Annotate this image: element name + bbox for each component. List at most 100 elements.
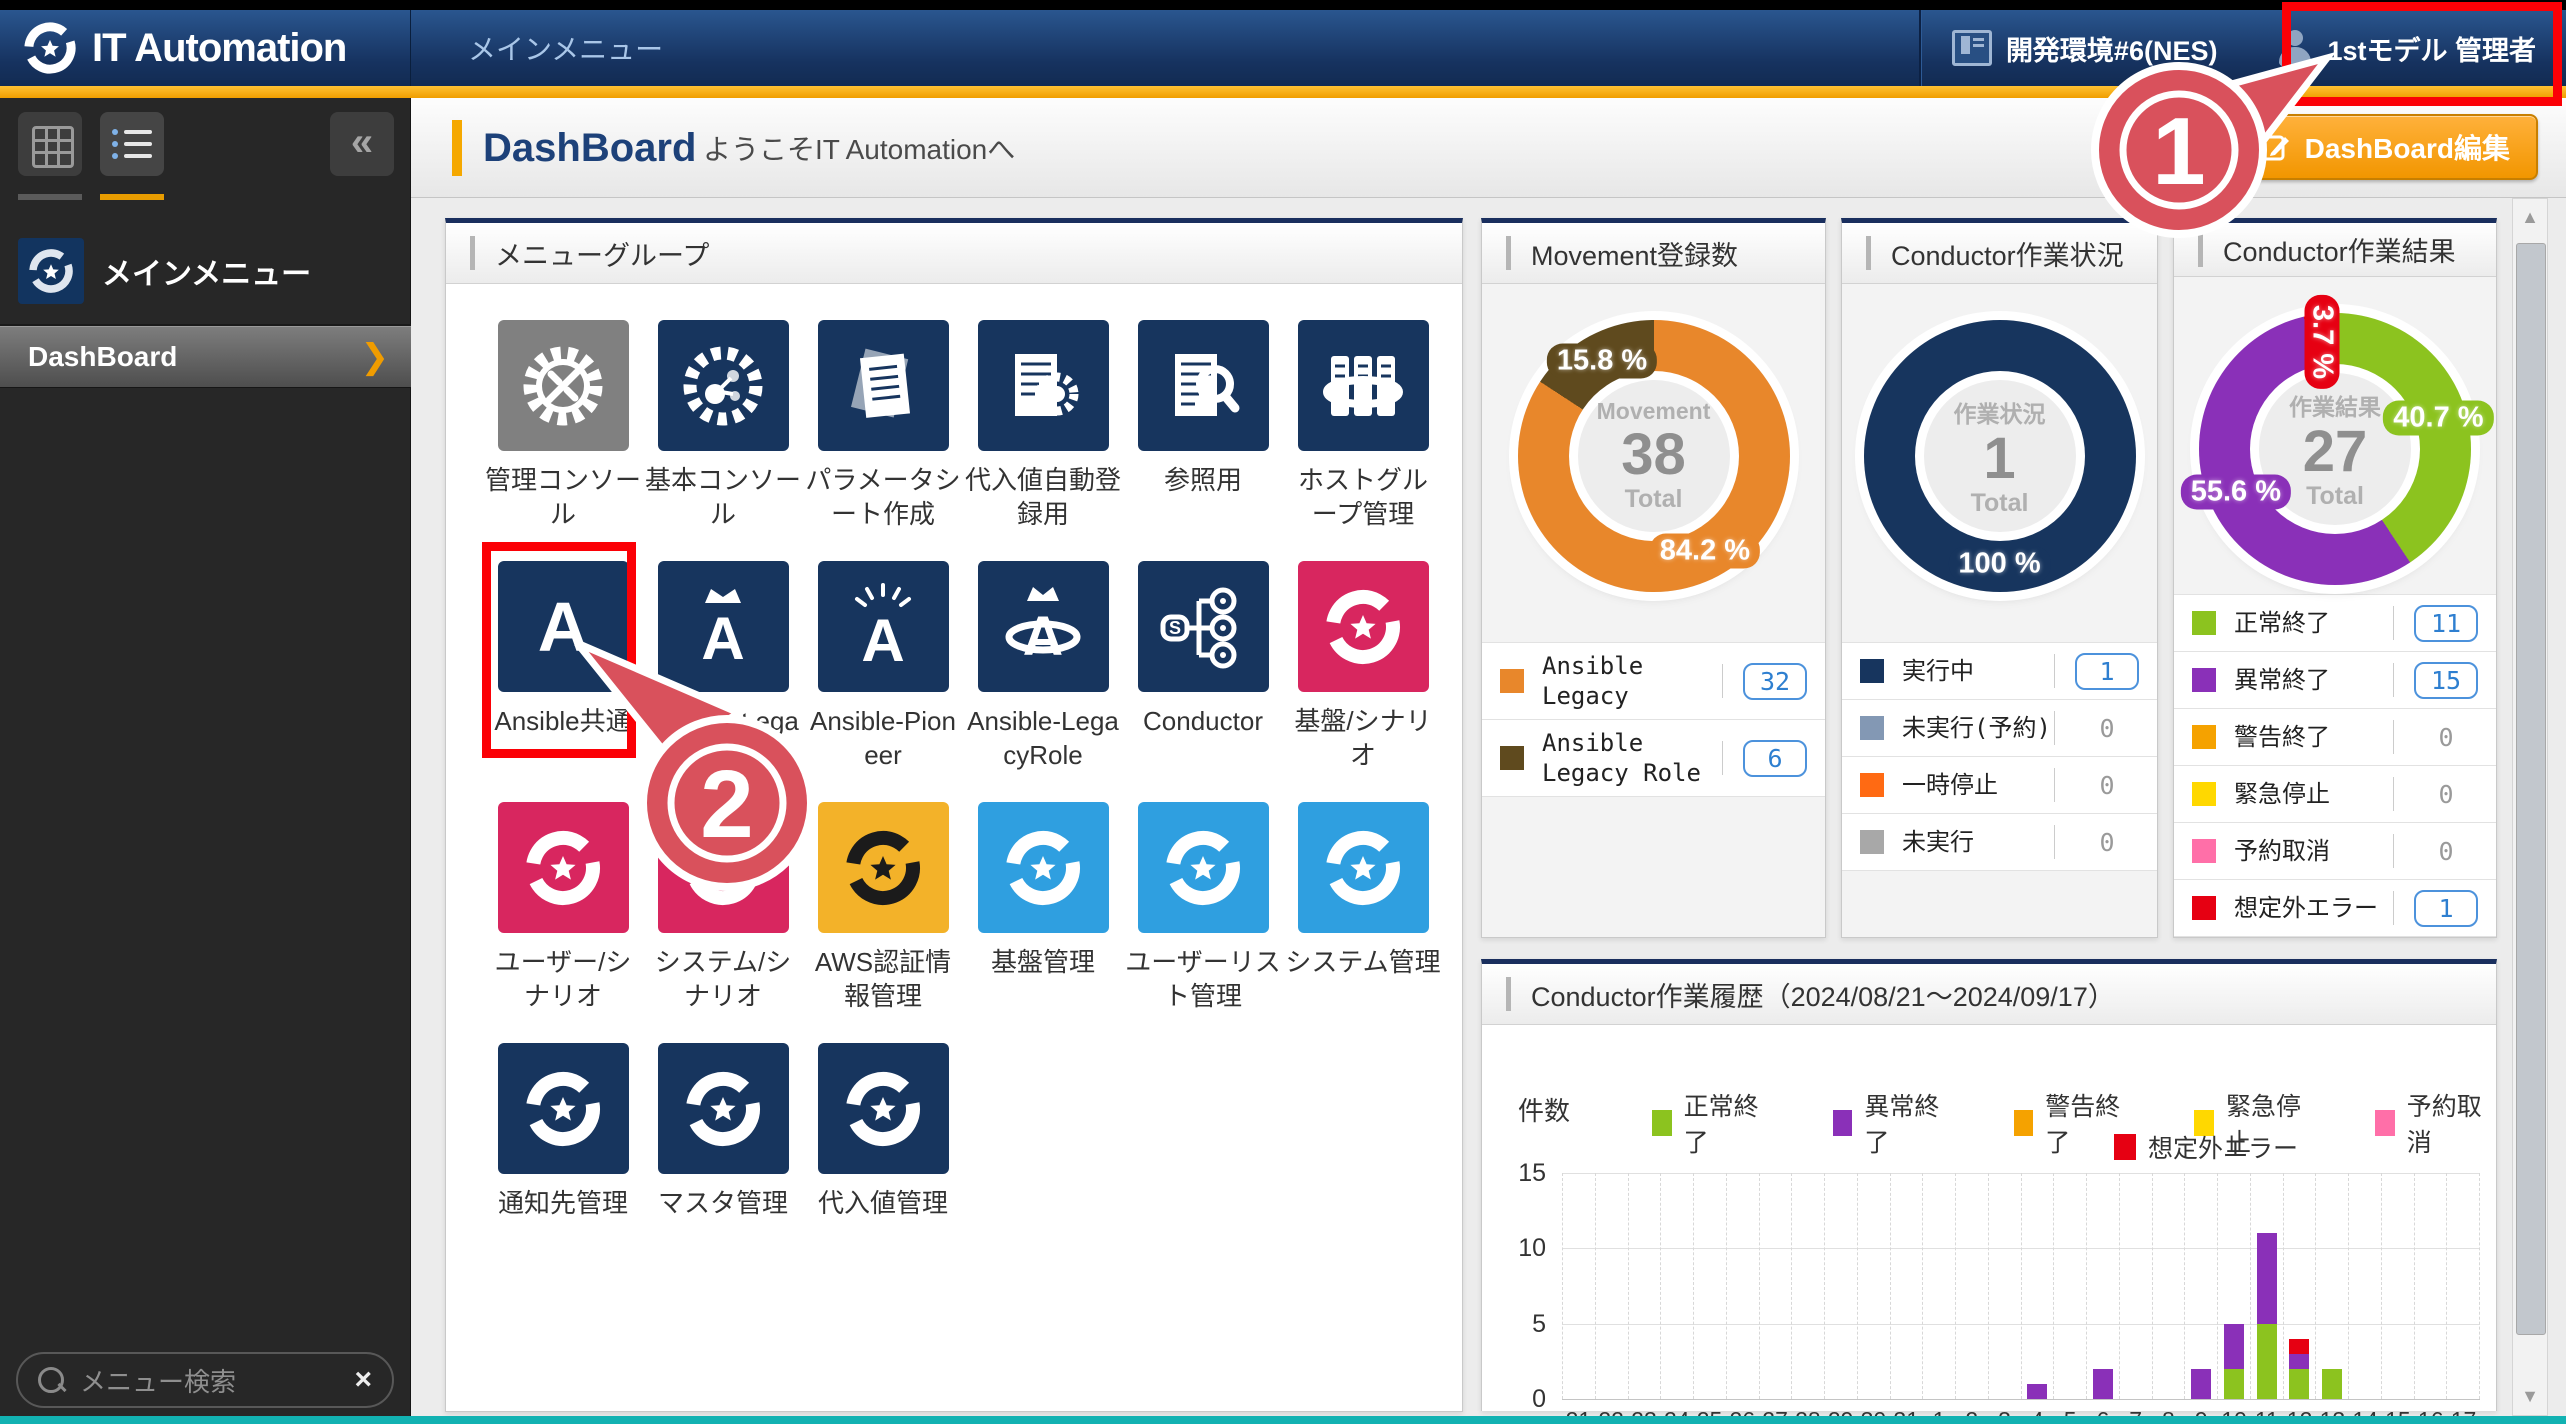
history-legend-row2: 想定外エラー xyxy=(2114,1129,2298,1165)
doc-gear-icon xyxy=(977,320,1109,451)
menu-tile-label: 代入値管理 xyxy=(817,1188,948,1218)
bar-column xyxy=(1758,1173,1792,1399)
app-root: IT Automation メインメニュー 開発環境#6(NES) 1stモデル… xyxy=(0,0,2566,1424)
bar-column xyxy=(1955,1173,1988,1399)
menu-tile-label: システム/シナリオ xyxy=(654,947,792,1011)
app-logo: IT Automation xyxy=(0,10,411,86)
menu-tile-label: マスタ管理 xyxy=(657,1188,788,1218)
svg-text:1: 1 xyxy=(2152,98,2205,205)
bar-segment xyxy=(2256,1233,2277,1324)
menu-tile[interactable]: S Conductor xyxy=(1128,561,1278,772)
legend-row: Ansible Legacy 32 xyxy=(1482,642,1825,720)
menu-group-title: メニューグループ xyxy=(495,240,710,271)
menu-tile[interactable]: A Ansible-LegacyRole xyxy=(967,561,1119,772)
count-zero: 0 xyxy=(2099,827,2115,857)
bar-column xyxy=(2348,1173,2381,1399)
menu-tile-label: 基本コンソール xyxy=(645,465,802,529)
legend-color-swatch xyxy=(1500,669,1524,693)
sidebar-collapse-button[interactable]: « xyxy=(330,112,394,176)
count-badge: 11 xyxy=(2414,604,2478,642)
search-placeholder: メニュー検索 xyxy=(80,1366,237,1397)
legend-row: Ansible Legacy Role 6 xyxy=(1482,720,1825,797)
menu-tile[interactable]: ホストグループ管理 xyxy=(1288,320,1438,531)
bar-column xyxy=(2151,1173,2185,1399)
legend-label: 正常終了 xyxy=(2234,609,2330,637)
sidebar-tab-grid-view[interactable] xyxy=(18,112,82,176)
menu-tile[interactable]: 参照用 xyxy=(1128,320,1278,531)
bar-column xyxy=(2020,1173,2054,1399)
conductor-result-card: Conductor作業結果 作業結果 27 Total 40.7 % 55.6 % 3.7 … xyxy=(2173,218,2497,938)
legend-row: 未実行(予約) 0 xyxy=(1842,700,2157,757)
menu-tile[interactable]: マスタ管理 xyxy=(648,1043,798,1220)
legend-color-swatch xyxy=(1860,773,1884,797)
card-legend: 正常終了 11 異常終了 15 警告終了 0 緊急停止 0 予約取消 0 想定外… xyxy=(2174,594,2496,937)
menu-tile[interactable]: 基盤/シナリオ xyxy=(1288,561,1438,772)
bar-column xyxy=(1987,1173,2021,1399)
svg-text:A: A xyxy=(861,607,904,673)
scroll-down-icon[interactable]: ▼ xyxy=(2513,1386,2547,1407)
menu-tile[interactable]: パラメータシート作成 xyxy=(805,320,961,531)
bar-column xyxy=(2086,1173,2119,1399)
donut-percent-label: 100 % xyxy=(1948,546,2051,582)
sidebar-tab-list-view[interactable] xyxy=(100,112,164,176)
swirl-icon xyxy=(817,1043,949,1174)
bar-column xyxy=(2184,1173,2217,1399)
title-accent-bar xyxy=(452,120,462,176)
menu-tile-label: 管理コンソール xyxy=(485,465,642,529)
tab-main-menu[interactable]: メインメニュー xyxy=(468,10,663,86)
menu-tile-label: システム管理 xyxy=(1285,947,1441,977)
svg-text:2: 2 xyxy=(700,751,753,858)
bar-column xyxy=(1791,1173,1824,1399)
bar-column xyxy=(1922,1173,1955,1399)
menu-tile-label: 基盤管理 xyxy=(990,947,1095,977)
menu-search-input[interactable]: メニュー検索 × xyxy=(16,1352,394,1408)
menu-tile[interactable]: ユーザーリスト管理 xyxy=(1125,802,1281,1013)
donut-chart-zone: Movement 38 Total 84.2 % 15.8 % xyxy=(1482,284,1825,642)
menu-tile-label: ユーザー/シナリオ xyxy=(494,947,632,1011)
count-badge: 1 xyxy=(2414,889,2478,927)
collapse-icon: « xyxy=(350,120,374,164)
legend-row: 一時停止 0 xyxy=(1842,757,2157,814)
environment-icon xyxy=(1951,30,1992,66)
menu-tile[interactable]: 通知先管理 xyxy=(488,1043,638,1220)
menu-tile-label: ユーザーリスト管理 xyxy=(1125,947,1281,1011)
count-badge: 6 xyxy=(1743,739,1807,777)
history-header: Conductor作業履歴（2024/08/21～2024/09/17） xyxy=(1482,964,2496,1025)
bar-column xyxy=(1660,1173,1693,1399)
legend-row: 実行中 1 xyxy=(1842,642,2157,700)
swirl-icon xyxy=(657,1043,789,1174)
history-legend-item: 正常終了 xyxy=(1652,1087,1773,1159)
menu-tile-label: Conductor xyxy=(1143,706,1263,736)
history-legend-row1: 正常終了 異常終了 警告終了 緊急停止 予約取消 xyxy=(1652,1087,2496,1159)
menu-tile[interactable]: システム管理 xyxy=(1285,802,1441,1013)
clear-search-icon[interactable]: × xyxy=(354,1363,372,1397)
scroll-up-icon[interactable]: ▲ xyxy=(2513,207,2547,228)
menu-tile[interactable]: 管理コンソール xyxy=(485,320,642,531)
legend-color-swatch xyxy=(2192,668,2216,692)
app-title: IT Automation xyxy=(92,25,347,70)
donut-percent-label: 84.2 % xyxy=(1649,533,1761,569)
sidebar-item-dashboard[interactable]: DashBoard ❯ xyxy=(0,326,411,388)
bar-segment xyxy=(2256,1323,2277,1399)
count-zero: 0 xyxy=(2099,770,2115,800)
legend-label: 未実行 xyxy=(1902,828,1974,856)
legend-label: Ansible Legacy xyxy=(1542,652,1644,710)
grid-icon xyxy=(32,126,74,168)
movement-count-card: Movement登録数 Movement 38 Total 84.2 % 15.8 % A… xyxy=(1481,218,1826,938)
menu-tile[interactable]: 基本コンソール xyxy=(645,320,802,531)
bar-column xyxy=(2380,1173,2414,1399)
legend-label: 異常終了 xyxy=(2234,666,2330,694)
menu-tile[interactable]: 基盤管理 xyxy=(968,802,1118,1013)
ansible-crown-ring-icon: A xyxy=(977,561,1109,692)
bar-segment xyxy=(2289,1353,2310,1369)
bar-segment xyxy=(2092,1368,2113,1399)
scrollbar-thumb[interactable] xyxy=(2516,243,2546,1335)
conductor-icon: S xyxy=(1137,561,1269,692)
menu-tile[interactable]: 代入値管理 xyxy=(808,1043,958,1220)
content-scrollbar[interactable]: ▲ ▼ xyxy=(2512,198,2548,1416)
menu-tile[interactable]: 代入値自動登録用 xyxy=(965,320,1121,531)
bar-segment xyxy=(2191,1368,2212,1399)
main-menu-emblem-icon xyxy=(18,238,84,304)
legend-color-swatch xyxy=(2192,782,2216,806)
servers-icon xyxy=(1297,320,1429,451)
